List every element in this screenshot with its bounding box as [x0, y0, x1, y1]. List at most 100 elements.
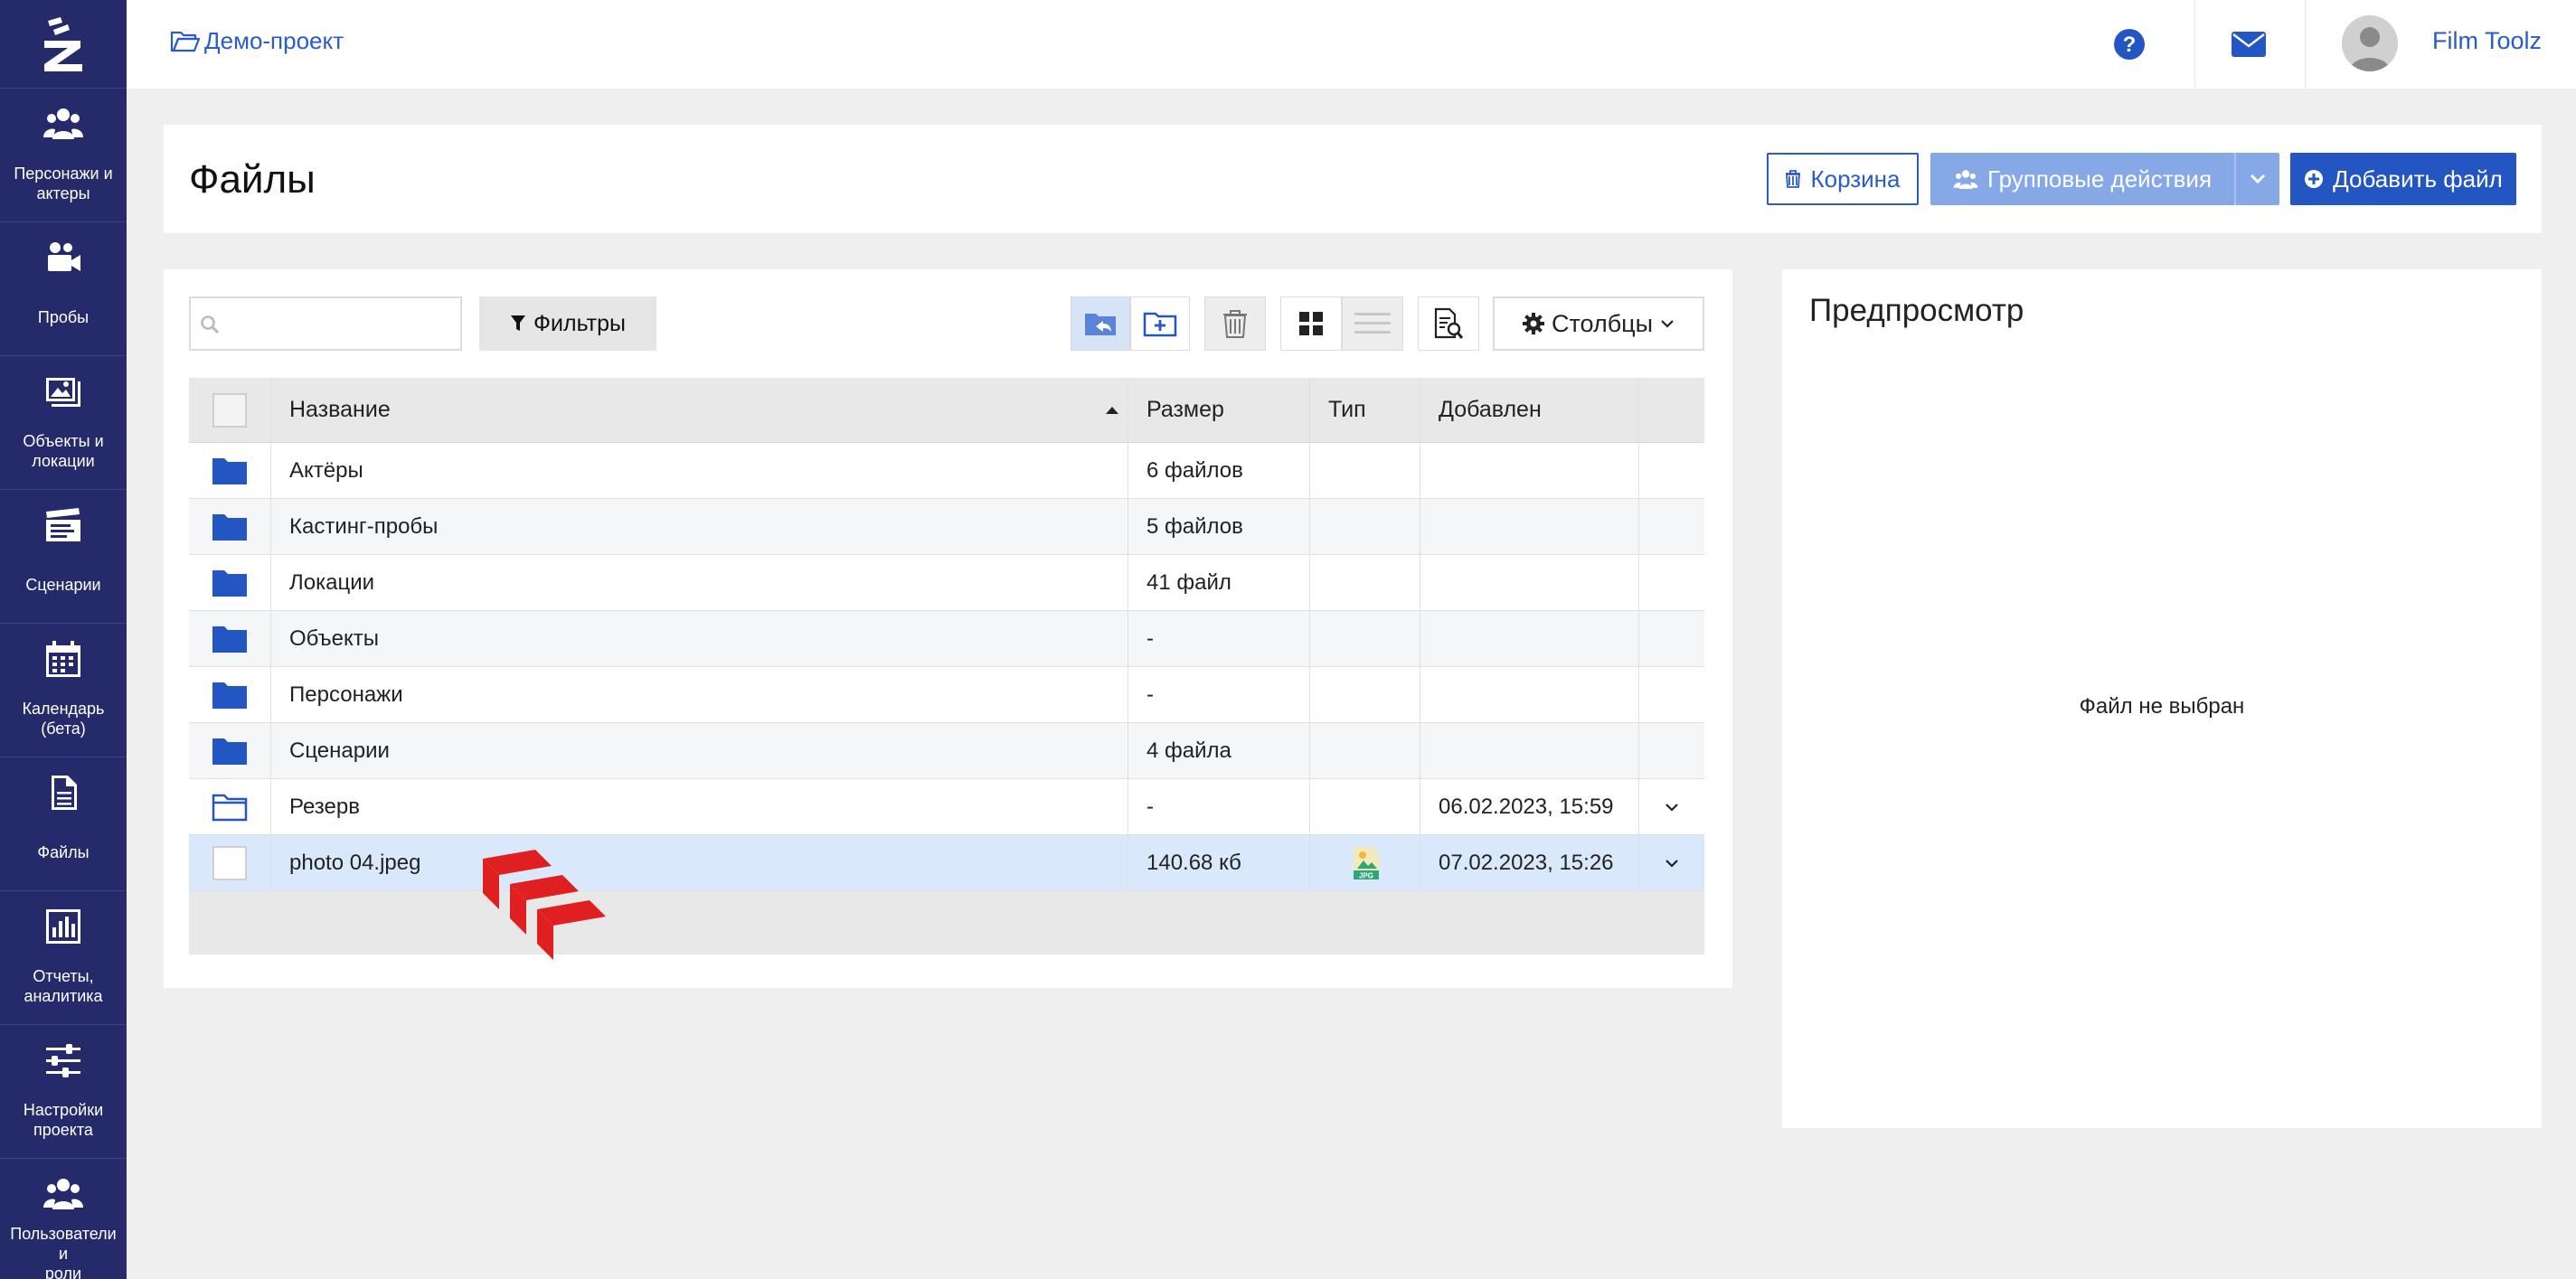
sidebar-item-label: Пробы: [37, 307, 90, 326]
file-icon: [52, 776, 77, 810]
breadcrumb[interactable]: Демо-проект: [170, 27, 344, 55]
row-name: Объекты: [271, 611, 1128, 666]
sidebar-item-objects[interactable]: Объекты и локации: [0, 356, 127, 490]
video-camera-icon: [48, 242, 80, 271]
row-name: Резерв: [271, 779, 1128, 834]
app-logo[interactable]: [0, 0, 127, 89]
gear-icon: [1522, 313, 1544, 334]
page-title: Файлы: [189, 157, 316, 202]
column-header-actions: [1639, 378, 1704, 442]
row-icon-cell: [189, 499, 271, 554]
filters-button[interactable]: Фильтры: [479, 296, 656, 351]
sidebar-item-files[interactable]: Файлы: [0, 757, 127, 891]
group-actions-button[interactable]: Групповые действия: [1930, 153, 2234, 205]
new-folder-button[interactable]: [1130, 296, 1190, 351]
row-added: 06.02.2023, 15:59: [1420, 779, 1639, 834]
column-header-label: Тип: [1328, 397, 1366, 422]
column-header-label: Добавлен: [1439, 397, 1542, 422]
column-header-type[interactable]: Тип: [1310, 378, 1420, 442]
document-search-button[interactable]: [1418, 296, 1479, 351]
user-avatar-icon: [2342, 15, 2398, 71]
table-row[interactable]: Кастинг-пробы 5 файлов: [189, 499, 1704, 555]
sidebar-item-label: Объекты и локации: [23, 431, 104, 470]
sidebar-item-label: Файлы: [37, 842, 90, 861]
group-actions-dropdown-toggle[interactable]: [2234, 153, 2279, 205]
sidebar-item-auditions[interactable]: Пробы: [0, 222, 127, 356]
up-folder-button[interactable]: [1071, 296, 1130, 351]
folder-icon: [212, 625, 247, 653]
folder-outline-icon: [212, 794, 248, 821]
table-row[interactable]: Резерв - 06.02.2023, 15:59: [189, 779, 1704, 835]
row-added: [1420, 443, 1639, 498]
chevron-down-icon: [1665, 859, 1678, 868]
bar-chart-icon: [46, 909, 80, 944]
row-size: 41 файл: [1128, 555, 1310, 610]
sidebar-item-users-roles[interactable]: Пользователи и роли: [0, 1159, 127, 1279]
row-type: [1310, 443, 1420, 498]
row-type: [1310, 555, 1420, 610]
row-added: [1420, 667, 1639, 722]
row-size: -: [1128, 611, 1310, 666]
row-icon-cell: [189, 611, 271, 666]
row-name: Кастинг-пробы: [271, 499, 1128, 554]
sidebar-item-characters[interactable]: Персонажи и актеры: [0, 89, 127, 222]
clapperboard-icon: [46, 508, 80, 541]
row-added: [1420, 555, 1639, 610]
table-row[interactable]: photo 04.jpeg 140.68 кб JPG 07.02.2023, …: [189, 835, 1704, 891]
add-file-label: Добавить файл: [2333, 165, 2503, 193]
table-row[interactable]: Локации 41 файл: [189, 555, 1704, 611]
sidebar-item-scripts[interactable]: Сценарии: [0, 490, 127, 624]
page-header: Файлы Корзина Групповые действия Добавит…: [164, 125, 2542, 233]
sidebar-item-calendar[interactable]: Календарь (бета): [0, 624, 127, 757]
user-name-link[interactable]: Film Toolz: [2432, 27, 2542, 55]
row-name: photo 04.jpeg: [271, 835, 1128, 890]
sidebar-item-label: Сценарии: [25, 575, 101, 594]
list-view-button[interactable]: [1342, 296, 1403, 351]
sidebar-item-project-settings[interactable]: Настройки проекта: [0, 1025, 127, 1159]
column-header-name[interactable]: Название: [271, 378, 1128, 442]
table-footer: [189, 891, 1704, 955]
row-type-cell: JPG: [1310, 835, 1420, 890]
row-checkbox[interactable]: [212, 845, 247, 880]
delete-button[interactable]: [1204, 296, 1266, 351]
table-row[interactable]: Персонажи -: [189, 667, 1704, 723]
users-icon: [43, 1179, 83, 1209]
columns-dropdown[interactable]: Столбцы: [1493, 296, 1704, 351]
row-size: 140.68 кб: [1128, 835, 1310, 890]
column-header-size[interactable]: Размер: [1128, 378, 1310, 442]
row-select-cell: [189, 835, 271, 890]
row-expand-button[interactable]: [1639, 835, 1704, 890]
sidebar-item-reports[interactable]: Отчеты, аналитика: [0, 891, 127, 1025]
search-input[interactable]: [189, 296, 462, 351]
trash-button[interactable]: Корзина: [1767, 153, 1919, 205]
watermark-logo-icon: [483, 850, 606, 960]
row-actions: [1639, 667, 1704, 722]
messages-button[interactable]: [2194, 0, 2303, 89]
select-all-checkbox[interactable]: [212, 392, 247, 428]
grid-icon: [1299, 312, 1323, 335]
files-panel: Фильтры Столбцы Название Размер Тип Доба…: [164, 269, 1732, 988]
folder-icon: [212, 569, 247, 597]
breadcrumb-project: Демо-проект: [204, 27, 344, 54]
images-icon: [46, 378, 80, 407]
folder-icon: [212, 738, 247, 765]
table-row[interactable]: Актёры 6 файлов: [189, 443, 1704, 499]
files-table: Название Размер Тип Добавлен Актёры 6 фа…: [189, 378, 1704, 955]
row-expand-button[interactable]: [1639, 779, 1704, 834]
row-name: Локации: [271, 555, 1128, 610]
table-row[interactable]: Объекты -: [189, 611, 1704, 667]
help-button[interactable]: ?: [2102, 0, 2156, 89]
topbar-divider: [2305, 0, 2306, 89]
group-actions-label: Групповые действия: [1986, 165, 2213, 193]
row-actions: [1639, 555, 1704, 610]
add-file-button[interactable]: Добавить файл: [2290, 153, 2516, 205]
table-row[interactable]: Сценарии 4 файла: [189, 723, 1704, 779]
column-header-added[interactable]: Добавлен: [1420, 378, 1639, 442]
avatar[interactable]: [2342, 15, 2398, 71]
row-added: [1420, 499, 1639, 554]
envelope-icon: [2232, 32, 2266, 57]
row-actions: [1639, 443, 1704, 498]
row-name: Персонажи: [271, 667, 1128, 722]
grid-view-button[interactable]: [1280, 296, 1342, 351]
folder-icon: [212, 682, 247, 709]
